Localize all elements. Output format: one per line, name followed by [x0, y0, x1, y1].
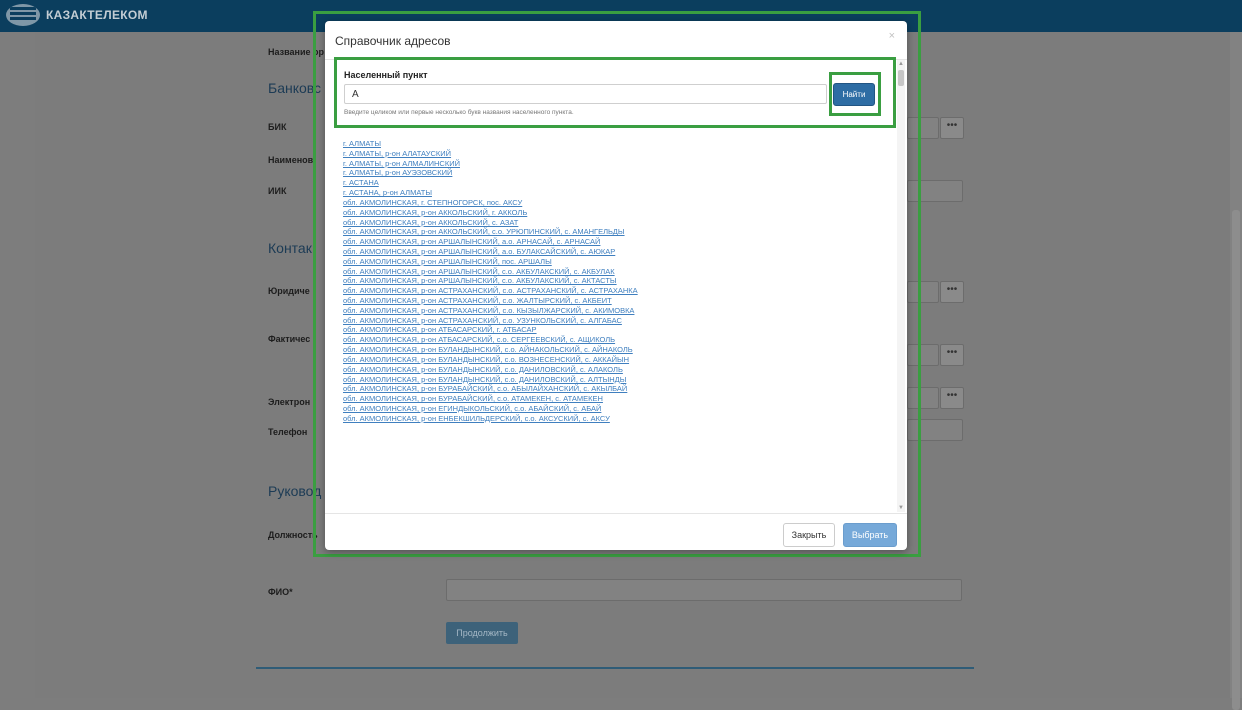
address-result-link[interactable]: обл. АКМОЛИНСКАЯ, р-он АРШАЛЫНСКИЙ, с.о.…	[343, 267, 883, 277]
email-lookup-button[interactable]: •••	[940, 387, 964, 409]
address-result-link[interactable]: обл. АКМОЛИНСКАЯ, р-он БУЛАНДЫНСКИЙ, с.о…	[343, 345, 883, 355]
legal-address-lookup-button[interactable]: •••	[940, 281, 964, 303]
address-result-link[interactable]: г. АЛМАТЫ	[343, 139, 883, 149]
page-scrollbar-thumb[interactable]	[1232, 210, 1240, 710]
brand-name: КАЗАКТЕЛЕКОМ	[46, 8, 148, 22]
address-result-link[interactable]: обл. АКМОЛИНСКАЯ, р-он БУРАБАЙСКИЙ, с.о.…	[343, 384, 883, 394]
bik-lookup-button[interactable]: •••	[940, 117, 964, 139]
address-result-link[interactable]: обл. АКМОЛИНСКАЯ, р-он АСТРАХАНСКИЙ, с.о…	[343, 286, 883, 296]
address-result-link[interactable]: г. АСТАНА	[343, 178, 883, 188]
address-result-link[interactable]: обл. АКМОЛИНСКАЯ, р-он БУРАБАЙСКИЙ, с.о.…	[343, 394, 883, 404]
position-label: Должность	[268, 530, 318, 540]
contacts-section-title: Контак	[268, 240, 312, 256]
scroll-up-arrow-icon[interactable]: ▲	[897, 60, 905, 68]
brand-logo[interactable]: КАЗАКТЕЛЕКОМ	[6, 4, 148, 26]
legal-address-label: Юридиче	[268, 286, 310, 296]
phone-label: Телефон	[268, 427, 308, 437]
address-result-link[interactable]: обл. АКМОЛИНСКАЯ, р-он АККОЛЬСКИЙ, г. АК…	[343, 208, 883, 218]
modal-scrollbar[interactable]: ▲ ▼	[897, 60, 905, 512]
address-result-link[interactable]: обл. АКМОЛИНСКАЯ, г. СТЕПНОГОРСК, пос. А…	[343, 198, 883, 208]
address-result-link[interactable]: г. АЛМАТЫ, р-он АЛАТАУСКИЙ	[343, 149, 883, 159]
results-list: г. АЛМАТЫ г. АЛМАТЫ, р-он АЛАТАУСКИЙ г. АЛ…	[343, 139, 883, 511]
find-button[interactable]: Найти	[833, 83, 875, 106]
address-result-link[interactable]: г. АСТАНА, р-он АЛМАТЫ	[343, 188, 883, 198]
address-result-link[interactable]: г. АЛМАТЫ, р-он АЛМАЛИНСКИЙ	[343, 159, 883, 169]
company-logo-icon	[6, 4, 40, 26]
address-result-link[interactable]: обл. АКМОЛИНСКАЯ, р-он АСТРАХАНСКИЙ, с.о…	[343, 316, 883, 326]
address-result-link[interactable]: обл. АКМОЛИНСКАЯ, р-он АСТРАХАНСКИЙ, с.о…	[343, 306, 883, 316]
modal-title: Справочник адресов	[335, 34, 451, 48]
form-bottom-divider	[256, 667, 974, 669]
fio-label: ФИО*	[268, 587, 293, 597]
address-result-link[interactable]: обл. АКМОЛИНСКАЯ, р-он АККОЛЬСКИЙ, с. АЗ…	[343, 218, 883, 228]
search-help-text: Введите целиком или первые несколько бук…	[344, 109, 574, 116]
close-button[interactable]: Закрыть	[783, 523, 835, 547]
iik-label: ИИК	[268, 186, 287, 196]
continue-button[interactable]: Продолжить	[446, 622, 518, 644]
close-icon[interactable]: ×	[889, 30, 895, 42]
address-result-link[interactable]: обл. АКМОЛИНСКАЯ, р-он АСТРАХАНСКИЙ, с.о…	[343, 296, 883, 306]
bank-name-label: Наименов	[268, 155, 314, 165]
fio-input[interactable]	[446, 579, 962, 601]
address-result-link[interactable]: обл. АКМОЛИНСКАЯ, р-он БУЛАНДЫНСКИЙ, с.о…	[343, 375, 883, 385]
scroll-down-arrow-icon[interactable]: ▼	[897, 504, 905, 512]
address-result-link[interactable]: обл. АКМОЛИНСКАЯ, р-он ЕГИНДЫКОЛЬСКИЙ, с…	[343, 404, 883, 414]
address-result-link[interactable]: обл. АКМОЛИНСКАЯ, р-он АТБАСАРСКИЙ, с.о.…	[343, 335, 883, 345]
address-result-link[interactable]: обл. АКМОЛИНСКАЯ, р-он АТБАСАРСКИЙ, г. А…	[343, 325, 883, 335]
actual-address-lookup-button[interactable]: •••	[940, 344, 964, 366]
address-result-link[interactable]: обл. АКМОЛИНСКАЯ, р-он ЕНБЕКШИЛЬДЕРСКИЙ,…	[343, 414, 883, 424]
actual-address-label: Фактичес	[268, 334, 311, 344]
address-result-link[interactable]: обл. АКМОЛИНСКАЯ, р-он АРШАЛЫНСКИЙ, с.о.…	[343, 276, 883, 286]
settlement-field-label: Населенный пункт	[344, 70, 428, 80]
select-button[interactable]: Выбрать	[843, 523, 897, 547]
address-result-link[interactable]: обл. АКМОЛИНСКАЯ, р-он АРШАЛЫНСКИЙ, а.о.…	[343, 247, 883, 257]
address-result-link[interactable]: обл. АКМОЛИНСКАЯ, р-он БУЛАНДЫНСКИЙ, с.о…	[343, 365, 883, 375]
modal-header: Справочник адресов ×	[325, 21, 907, 60]
address-result-link[interactable]: обл. АКМОЛИНСКАЯ, р-он АККОЛЬСКИЙ, с.о. …	[343, 227, 883, 237]
bik-label: БИК	[268, 122, 287, 132]
address-result-link[interactable]: обл. АКМОЛИНСКАЯ, р-он АРШАЛЫНСКИЙ, а.о.…	[343, 237, 883, 247]
address-result-link[interactable]: г. АЛМАТЫ, р-он АУЭЗОВСКИЙ	[343, 168, 883, 178]
page-scrollbar[interactable]	[1230, 32, 1242, 710]
address-result-link[interactable]: обл. АКМОЛИНСКАЯ, р-он АРШАЛЫНСКИЙ, пос.…	[343, 257, 883, 267]
email-label: Электрон	[268, 397, 311, 407]
address-result-link[interactable]: обл. АКМОЛИНСКАЯ, р-он БУЛАНДЫНСКИЙ, с.о…	[343, 355, 883, 365]
modal-scrollbar-thumb[interactable]	[898, 70, 904, 86]
settlement-search-input[interactable]	[344, 84, 827, 104]
